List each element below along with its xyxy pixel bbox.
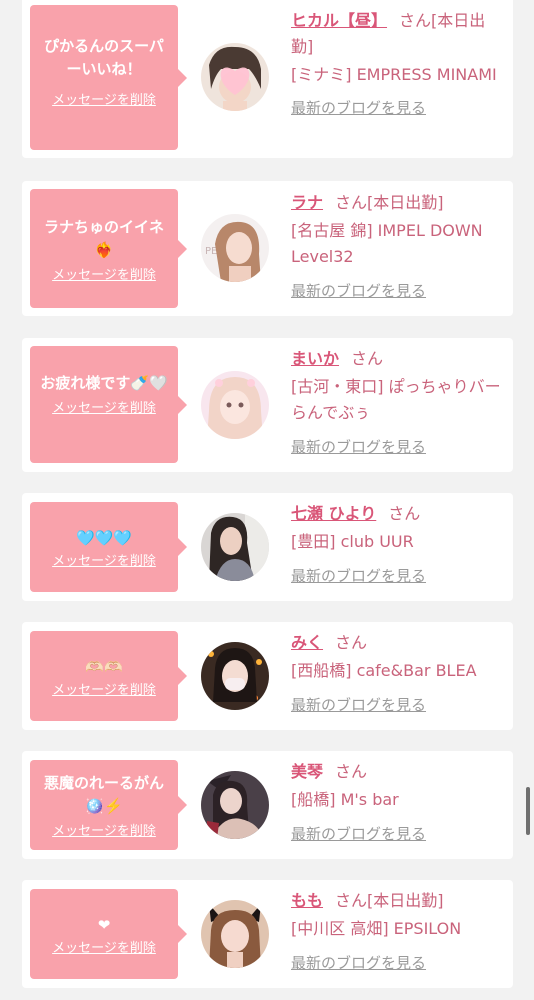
profile-info: ヒカル【昼】 さん[本日出勤] [ミナミ] EMPRESS MINAMI 最新のブ… <box>291 8 501 118</box>
message-text: ぴかるんのスーパーいいね！ <box>44 37 164 78</box>
shop-name: [豊田] club UUR <box>291 532 414 551</box>
profile-name-link[interactable]: みく <box>291 633 323 652</box>
profile-info: 美琴 さん [船橋] M's bar 最新のブログを見る <box>291 759 501 844</box>
honorific: さん <box>388 504 421 523</box>
delete-message-link[interactable]: メッセージを削除 <box>40 679 168 698</box>
girl-portrait-avatar-icon <box>201 371 269 439</box>
honorific: さん <box>335 193 368 212</box>
message-card: 悪魔のれーるがん🪩⚡️ メッセージを削除 美琴 さん [船橋] M's bar 最… <box>22 751 513 859</box>
avatar[interactable] <box>201 371 269 439</box>
message-text: 🫶🏻🫶🏻 <box>85 658 123 676</box>
profile-name-link[interactable]: もも <box>291 891 323 910</box>
profile-info: もも さん[本日出勤] [中川区 高畑] EPSILON 最新のブログを見る <box>291 888 501 973</box>
message-card: ぴかるんのスーパーいいね！ メッセージを削除 ヒカル【昼】 さん[本日出勤] [ミ… <box>22 0 513 158</box>
profile-name-link[interactable]: 七瀬 ひより <box>291 504 376 523</box>
profile-info: 七瀬 ひより さん [豊田] club UUR 最新のブログを見る <box>291 501 501 586</box>
girl-portrait-avatar-icon <box>201 642 269 710</box>
delete-message-link[interactable]: メッセージを削除 <box>40 937 168 956</box>
message-text: 🩵🩵🩵 <box>75 529 133 547</box>
avatar[interactable] <box>201 771 269 839</box>
delete-message-link[interactable]: メッセージを削除 <box>40 397 168 416</box>
girl-portrait-avatar-icon <box>201 771 269 839</box>
message-card: 🩵🩵🩵 メッセージを削除 七瀬 ひより さん [豊田] club UUR 最新のブ… <box>22 493 513 601</box>
attendance-status: [本日出勤] <box>367 193 444 212</box>
message-bubble: 🩵🩵🩵 メッセージを削除 <box>30 502 187 592</box>
honorific: さん <box>335 633 368 652</box>
view-blog-link[interactable]: 最新のブログを見る <box>291 97 501 118</box>
shop-name: [古河・東口] ぽっちゃりバー らんでぶぅ <box>291 377 501 422</box>
honorific: さん <box>335 762 368 781</box>
shop-name: [ミナミ] EMPRESS MINAMI <box>291 65 497 84</box>
profile-info: まいか さん [古河・東口] ぽっちゃりバー らんでぶぅ 最新のブログを見る <box>291 346 501 457</box>
shop-name: [船橋] M's bar <box>291 790 399 809</box>
avatar[interactable] <box>201 43 269 111</box>
avatar[interactable] <box>201 513 269 581</box>
profile-name-link[interactable]: まいか <box>291 349 339 368</box>
honorific: さん <box>351 349 384 368</box>
view-blog-link[interactable]: 最新のブログを見る <box>291 694 501 715</box>
heart-sticker-avatar-icon <box>201 43 269 111</box>
profile-name-link[interactable]: 美琴 <box>291 762 323 781</box>
attendance-status: [本日出勤] <box>367 891 444 910</box>
view-blog-link[interactable]: 最新のブログを見る <box>291 280 501 301</box>
delete-message-link[interactable]: メッセージを削除 <box>40 820 168 839</box>
message-bubble: 悪魔のれーるがん🪩⚡️ メッセージを削除 <box>30 760 187 850</box>
honorific: さん <box>399 11 432 30</box>
girl-portrait-avatar-icon: PEL <box>201 214 269 282</box>
girl-cat-ears-avatar-icon <box>201 900 269 968</box>
honorific: さん <box>335 891 368 910</box>
delete-message-link[interactable]: メッセージを削除 <box>40 264 168 283</box>
shop-name: [西船橋] cafe&Bar BLEA <box>291 661 477 680</box>
message-bubble: ぴかるんのスーパーいいね！ メッセージを削除 <box>30 5 187 150</box>
message-bubble: ❤︎ メッセージを削除 <box>30 889 187 979</box>
message-card: 🫶🏻🫶🏻 メッセージを削除 みく さん [西船橋] cafe&Bar BLEA 最… <box>22 622 513 730</box>
message-card: お疲れ様です🍼🤍 メッセージを削除 まいか さん [古河・東口] ぽっちゃりバー … <box>22 338 513 472</box>
message-bubble: 🫶🏻🫶🏻 メッセージを削除 <box>30 631 187 721</box>
message-bubble: お疲れ様です🍼🤍 メッセージを削除 <box>30 346 187 463</box>
delete-message-link[interactable]: メッセージを削除 <box>40 89 168 108</box>
message-card: ラナちゅのイイネ❤️‍🔥 メッセージを削除 PEL ラナ さん[本日出勤] [名古… <box>22 181 513 316</box>
view-blog-link[interactable]: 最新のブログを見る <box>291 436 501 457</box>
message-text: 悪魔のれーるがん🪩⚡️ <box>43 774 164 815</box>
avatar[interactable] <box>201 642 269 710</box>
shop-name: [名古屋 錦] IMPEL DOWN Level32 <box>291 221 483 266</box>
message-text: お疲れ様です🍼🤍 <box>40 374 168 392</box>
girl-portrait-avatar-icon <box>201 513 269 581</box>
shop-name: [中川区 高畑] EPSILON <box>291 919 462 938</box>
view-blog-link[interactable]: 最新のブログを見る <box>291 823 501 844</box>
message-text: ❤︎ <box>97 916 111 934</box>
vertical-scrollbar[interactable] <box>526 787 530 835</box>
profile-info: ラナ さん[本日出勤] [名古屋 錦] IMPEL DOWN Level32 最新… <box>291 190 501 301</box>
message-bubble: ラナちゅのイイネ❤️‍🔥 メッセージを削除 <box>30 189 187 308</box>
avatar[interactable] <box>201 900 269 968</box>
profile-name-link[interactable]: ヒカル【昼】 <box>291 11 387 30</box>
avatar[interactable]: PEL <box>201 214 269 282</box>
delete-message-link[interactable]: メッセージを削除 <box>40 550 168 569</box>
message-card: ❤︎ メッセージを削除 もも さん[本日出勤] [中川区 高畑] EPSILON … <box>22 880 513 988</box>
view-blog-link[interactable]: 最新のブログを見る <box>291 565 501 586</box>
profile-name-link[interactable]: ラナ <box>291 193 323 212</box>
view-blog-link[interactable]: 最新のブログを見る <box>291 952 501 973</box>
profile-info: みく さん [西船橋] cafe&Bar BLEA 最新のブログを見る <box>291 630 501 715</box>
message-text: ラナちゅのイイネ❤️‍🔥 <box>43 218 164 259</box>
